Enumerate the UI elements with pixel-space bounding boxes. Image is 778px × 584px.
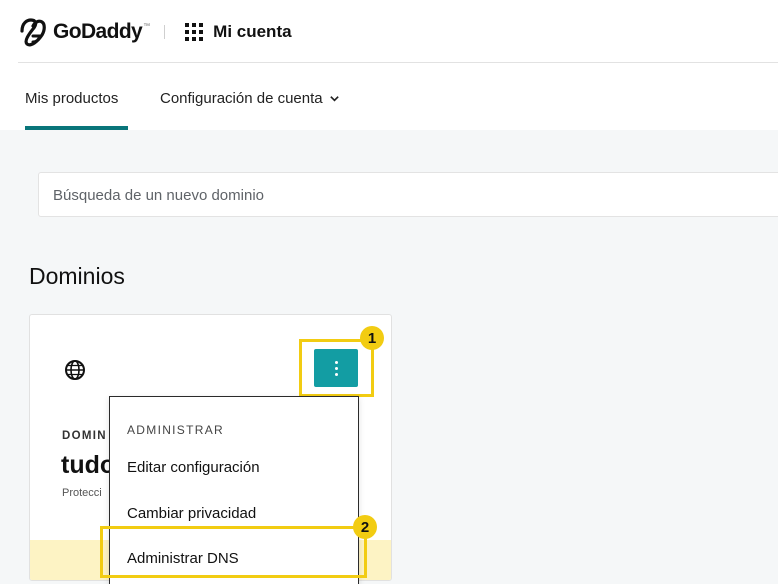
header-divider — [18, 62, 778, 63]
highlight-step-1 — [299, 339, 374, 397]
tab-my-products[interactable]: Mis productos — [25, 90, 118, 107]
active-tab-indicator — [25, 126, 128, 130]
menu-heading: ADMINISTRAR — [127, 423, 224, 437]
godaddy-logo-icon — [20, 18, 46, 47]
app-title[interactable]: Mi cuenta — [213, 22, 291, 42]
tab-label: Configuración de cuenta — [160, 90, 323, 107]
tab-account-settings[interactable]: Configuración de cuenta — [160, 90, 340, 107]
brand[interactable]: GoDaddy ™ Mi cuenta — [18, 17, 292, 47]
brand-divider — [164, 25, 166, 39]
header: GoDaddy ™ Mi cuenta Mis productos Config… — [0, 0, 778, 130]
domain-search-input[interactable]: Búsqueda de un nuevo dominio — [38, 172, 778, 217]
section-title: Dominios — [29, 263, 125, 289]
globe-icon — [65, 360, 85, 380]
step-badge-2: 2 — [353, 515, 377, 539]
step-badge-1: 1 — [360, 326, 384, 350]
highlight-step-2 — [100, 526, 367, 578]
card-label: DOMIN — [62, 430, 107, 442]
apps-grid-icon[interactable] — [185, 23, 204, 41]
brand-name: GoDaddy — [53, 20, 143, 43]
search-placeholder: Búsqueda de un nuevo dominio — [53, 187, 264, 204]
chevron-down-icon — [329, 96, 339, 102]
menu-item-edit-settings[interactable]: Editar configuración — [127, 459, 260, 476]
menu-item-change-privacy[interactable]: Cambiar privacidad — [127, 505, 256, 522]
privacy-status: Protecci — [62, 487, 102, 499]
trademark: ™ — [143, 22, 151, 30]
domain-name[interactable]: tudo — [61, 451, 115, 480]
tab-label: Mis productos — [25, 90, 119, 107]
